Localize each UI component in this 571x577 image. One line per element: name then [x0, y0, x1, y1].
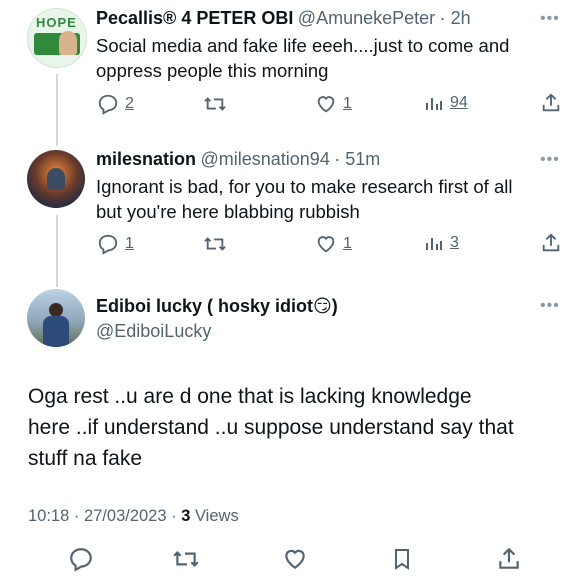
more-options-icon[interactable]: •••	[540, 151, 560, 169]
main-username[interactable]: @EdiboiLucky	[96, 321, 211, 342]
like-button[interactable]: 1	[315, 233, 352, 255]
avatar[interactable]: HOPE	[27, 8, 87, 68]
tweet-header: milesnation @milesnation94 · 51m	[96, 149, 380, 170]
bookmark-button[interactable]	[390, 546, 414, 577]
like-button[interactable]	[282, 546, 308, 577]
like-button[interactable]: 1	[315, 93, 352, 115]
views-count: 3	[450, 234, 459, 251]
main-display-name[interactable]: Ediboi lucky ( hosky idiot😏)	[96, 296, 338, 317]
share-button[interactable]	[540, 92, 562, 114]
avatar-head	[49, 303, 63, 317]
share-icon	[542, 233, 560, 252]
tweet-text-line: stuff na fake	[28, 447, 143, 470]
retweet-icon	[204, 237, 226, 251]
reply-button[interactable]: 1	[97, 233, 134, 255]
tweet-header: Pecallis® 4 PETER OBI @AmunekePeter · 2h	[96, 8, 471, 29]
reply-button[interactable]	[68, 546, 94, 577]
share-button[interactable]	[496, 546, 522, 577]
reply-button[interactable]: 2	[97, 93, 134, 115]
reply-icon	[98, 94, 118, 115]
tweet-text-line: oppress people this morning	[96, 60, 329, 81]
timestamp[interactable]: · 51m	[334, 149, 380, 169]
avatar[interactable]	[27, 150, 85, 208]
heart-icon	[317, 96, 335, 113]
main-tweet-text: Oga rest ..u are d one that is lacking k…	[28, 381, 563, 474]
share-icon	[499, 547, 519, 569]
share-icon	[542, 93, 560, 112]
like-count: 1	[343, 95, 352, 112]
thread-line	[56, 215, 58, 287]
more-options-icon[interactable]: •••	[540, 297, 560, 315]
thread-line	[56, 74, 58, 146]
display-name[interactable]: milesnation	[96, 149, 196, 169]
tweet-text: Ignorant is bad, for you to make researc…	[96, 174, 566, 224]
views-count: 3	[181, 507, 191, 525]
tweet-timestamp[interactable]: 10:18 · 27/03/2023 ·	[28, 507, 181, 525]
reply-icon	[70, 548, 92, 572]
like-count: 1	[343, 235, 352, 252]
avatar-portrait	[59, 31, 77, 55]
tweet-meta: 10:18 · 27/03/2023 · 3 Views	[28, 507, 239, 526]
username[interactable]: @AmunekePeter	[298, 8, 435, 28]
avatar-body	[43, 316, 69, 347]
heart-icon	[285, 549, 305, 569]
views-button[interactable]: 3	[424, 233, 459, 253]
tweet-text-line: Ignorant is bad, for you to make researc…	[96, 176, 513, 197]
views-label: Views	[190, 507, 239, 525]
retweet-button[interactable]	[203, 93, 227, 115]
reply-count: 2	[125, 95, 134, 112]
reply-count: 1	[125, 235, 134, 252]
tweet-text: Social media and fake life eeeh....just …	[96, 33, 566, 83]
timestamp[interactable]: · 2h	[440, 8, 471, 28]
retweet-button[interactable]	[172, 546, 200, 577]
reply-icon	[98, 234, 118, 255]
retweet-icon	[173, 551, 199, 567]
views-chart-icon	[426, 98, 442, 110]
display-name: Ediboi lucky ( hosky idiot😏)	[96, 296, 338, 316]
tweet-text-line: but you're here blabbing rubbish	[96, 201, 360, 222]
avatar[interactable]	[27, 289, 85, 347]
tweet-text-line: Oga rest ..u are d one that is lacking k…	[28, 385, 472, 408]
views-button[interactable]: 94	[424, 93, 468, 113]
tweet-text-line: Social media and fake life eeeh....just …	[96, 35, 510, 56]
share-button[interactable]	[540, 232, 562, 254]
retweet-button[interactable]	[203, 233, 227, 255]
tweet-text-line: here ..if understand ..u suppose underst…	[28, 416, 514, 439]
avatar-logo-text: HOPE	[36, 15, 77, 30]
views-chart-icon	[426, 238, 442, 250]
views-count: 94	[450, 94, 468, 111]
avatar-figure	[47, 168, 65, 190]
retweet-icon	[204, 97, 226, 111]
display-name[interactable]: Pecallis® 4 PETER OBI	[96, 8, 293, 28]
heart-icon	[317, 236, 335, 253]
username[interactable]: @milesnation94	[200, 149, 329, 169]
more-options-icon[interactable]: •••	[540, 10, 560, 28]
bookmark-icon	[395, 549, 409, 570]
